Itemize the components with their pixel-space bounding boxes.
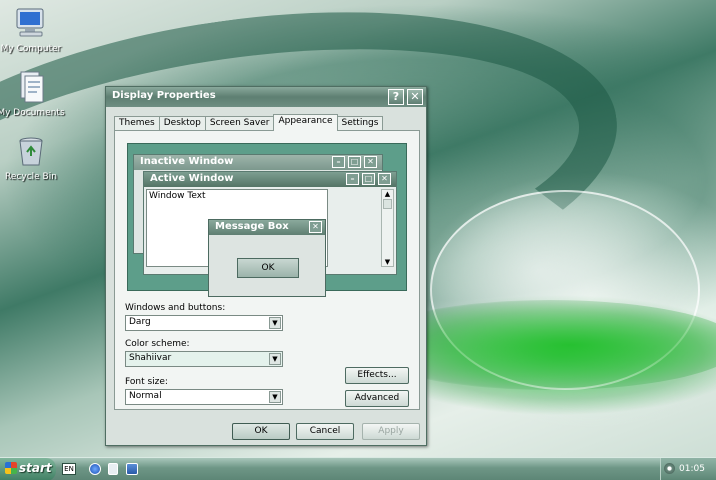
preview-message-title: Message Box <box>215 221 289 232</box>
advanced-button[interactable]: Advanced <box>345 390 409 407</box>
appearance-preview: Inactive Window – □ ✕ Active Window – □ … <box>127 143 407 297</box>
minimize-icon: – <box>346 173 359 185</box>
display-properties-window: Display Properties ? ✕ Themes Desktop Sc… <box>105 86 427 446</box>
preview-inactive-title: Inactive Window <box>140 156 234 167</box>
tab-desktop[interactable]: Desktop <box>158 116 206 131</box>
desktop-icon-label: My Documents <box>0 108 65 118</box>
desktop-icon-my-documents[interactable]: My Documents <box>0 70 66 118</box>
ok-button[interactable]: OK <box>232 423 290 440</box>
desktop-icon-my-computer[interactable]: My Computer <box>0 6 66 54</box>
tab-themes[interactable]: Themes <box>114 116 160 131</box>
start-button[interactable]: start <box>0 458 56 480</box>
font-size-value: Normal <box>129 391 162 401</box>
tab-appearance[interactable]: Appearance <box>273 114 338 131</box>
cancel-button[interactable]: Cancel <box>296 423 354 440</box>
recycle-bin-icon <box>14 134 48 168</box>
desktop-icon-label: Recycle Bin <box>5 172 57 182</box>
windows-buttons-value: Darg <box>129 317 151 327</box>
desktop-icon-label: My Computer <box>0 44 62 54</box>
close-icon: ✕ <box>378 173 391 185</box>
volume-icon[interactable] <box>664 463 675 474</box>
preview-window-text: Window Text <box>149 191 206 201</box>
chevron-down-icon[interactable]: ▼ <box>269 353 281 365</box>
font-size-label: Font size: <box>125 377 168 387</box>
maximize-icon: □ <box>362 173 375 185</box>
apply-button[interactable]: Apply <box>362 423 420 440</box>
close-icon: ✕ <box>309 221 322 233</box>
preview-inactive-titlebar: Inactive Window – □ ✕ <box>134 155 382 170</box>
windows-buttons-select[interactable]: Darg ▼ <box>125 315 283 331</box>
help-button[interactable]: ? <box>388 89 404 105</box>
start-label: start <box>19 461 52 475</box>
scroll-thumb <box>383 199 392 209</box>
window-title: Display Properties <box>112 90 216 101</box>
preview-scrollbar: ▲ ▼ <box>381 189 394 267</box>
font-size-select[interactable]: Normal ▼ <box>125 389 283 405</box>
scroll-down-icon: ▼ <box>384 258 391 266</box>
preview-message-titlebar: Message Box ✕ <box>209 220 325 235</box>
language-indicator[interactable]: EN <box>62 463 76 475</box>
documents-folder-icon <box>14 70 48 104</box>
taskbar: start EN 01:05 <box>0 457 716 480</box>
preview-active-window: Active Window – □ ✕ Window Text ▲ ▼ Mess… <box>143 171 397 297</box>
windows-buttons-label: Windows and buttons: <box>125 303 226 313</box>
minimize-icon: – <box>332 156 345 168</box>
preview-active-titlebar: Active Window – □ ✕ <box>144 172 396 187</box>
wallpaper-glass-orb <box>430 190 700 390</box>
color-scheme-select[interactable]: Shahiivar ▼ <box>125 351 283 367</box>
preview-message-box: Message Box ✕ OK <box>208 219 326 297</box>
color-scheme-value: Shahiivar <box>129 353 172 363</box>
close-button[interactable]: ✕ <box>407 89 423 105</box>
documents-icon[interactable] <box>108 463 118 475</box>
scroll-up-icon: ▲ <box>384 190 391 198</box>
desktop-icon-recycle-bin[interactable]: Recycle Bin <box>0 134 66 182</box>
color-scheme-label: Color scheme: <box>125 339 190 349</box>
clock[interactable]: 01:05 <box>679 464 705 474</box>
windows-logo-icon <box>5 462 17 474</box>
computer-icon <box>14 6 48 40</box>
maximize-icon: □ <box>348 156 361 168</box>
preview-ok-button: OK <box>237 258 299 278</box>
tab-settings[interactable]: Settings <box>336 116 384 131</box>
effects-button[interactable]: Effects... <box>345 367 409 384</box>
tab-strip: Themes Desktop Screen Saver Appearance S… <box>114 114 384 131</box>
appearance-panel: Inactive Window – □ ✕ Active Window – □ … <box>114 130 420 410</box>
preview-active-title: Active Window <box>150 173 234 184</box>
show-desktop-icon[interactable] <box>126 463 138 475</box>
close-icon: ✕ <box>364 156 377 168</box>
window-titlebar[interactable]: Display Properties ? ✕ <box>106 87 426 107</box>
tab-screen-saver[interactable]: Screen Saver <box>204 116 275 131</box>
chevron-down-icon[interactable]: ▼ <box>269 391 281 403</box>
chevron-down-icon[interactable]: ▼ <box>269 317 281 329</box>
internet-explorer-icon[interactable] <box>89 463 101 475</box>
